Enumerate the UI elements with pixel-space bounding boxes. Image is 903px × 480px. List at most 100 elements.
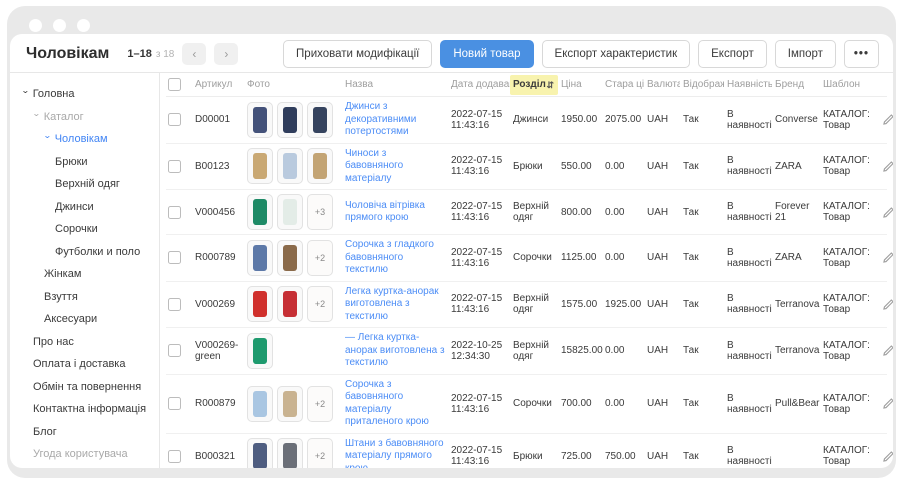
- table-row: D00001Джинси з декоративними потертостям…: [166, 97, 887, 144]
- product-photo[interactable]: [277, 148, 303, 184]
- product-name-link[interactable]: — Легка куртка-анорак виготовлена з текс…: [345, 332, 445, 368]
- column-header-назва[interactable]: Назва: [342, 79, 448, 90]
- column-header-бренд[interactable]: Бренд: [772, 79, 820, 90]
- edit-icon[interactable]: [882, 397, 893, 410]
- product-name-cell: — Легка куртка-анорак виготовлена з текс…: [342, 328, 448, 374]
- product-name-link[interactable]: Джинси з декоративними потертостями: [345, 101, 416, 137]
- photo-thumbnails: [244, 98, 342, 142]
- more-photos-badge[interactable]: +3: [307, 194, 333, 230]
- row-checkbox[interactable]: [168, 450, 181, 463]
- product-name-link[interactable]: Штани з бавовняного матеріалу прямого кр…: [345, 438, 444, 469]
- edit-icon[interactable]: [882, 206, 893, 219]
- next-page-button[interactable]: ›: [214, 43, 238, 65]
- garment-image: [253, 443, 267, 468]
- column-header-ціна[interactable]: Ціна: [558, 79, 602, 90]
- product-photo[interactable]: [247, 240, 273, 276]
- product-photo[interactable]: [277, 438, 303, 468]
- brand-cell: Pull&Bear: [772, 394, 820, 413]
- hide-modifications-button[interactable]: Приховати модифікації: [283, 40, 432, 68]
- sidebar-item-про-нас[interactable]: Про нас: [22, 331, 155, 354]
- product-photo[interactable]: [277, 102, 303, 138]
- column-header-фото[interactable]: Фото: [244, 79, 342, 90]
- product-name-link[interactable]: Сорочка з бавовняного матеріалу притален…: [345, 379, 429, 428]
- product-photo[interactable]: [277, 386, 303, 422]
- sidebar-item-каталог[interactable]: ⌄Каталог: [22, 106, 155, 129]
- row-checkbox[interactable]: [168, 206, 181, 219]
- row-checkbox[interactable]: [168, 113, 181, 126]
- product-photo[interactable]: [247, 386, 273, 422]
- select-all-checkbox[interactable]: [168, 78, 181, 91]
- edit-icon[interactable]: [882, 113, 893, 126]
- sidebar-item-обмін-та-повернення[interactable]: Обмін та повернення: [22, 376, 155, 399]
- product-photo[interactable]: [247, 286, 273, 322]
- currency-cell: UAH: [644, 341, 680, 360]
- more-photos-badge[interactable]: +2: [307, 386, 333, 422]
- sidebar-item-сорочки[interactable]: Сорочки: [22, 218, 155, 241]
- sorted-column-highlight: Розділ⇵: [510, 75, 558, 95]
- product-photo[interactable]: [247, 194, 273, 230]
- sidebar-item-джинси[interactable]: Джинси: [22, 196, 155, 219]
- sidebar-item-взуття[interactable]: Взуття: [22, 286, 155, 309]
- product-name-link[interactable]: Сорочка з гладкого бавовняного текстилю: [345, 239, 434, 275]
- product-photo[interactable]: [247, 438, 273, 468]
- row-checkbox[interactable]: [168, 298, 181, 311]
- sidebar-item-футболки-и-поло[interactable]: Футболки и поло: [22, 241, 155, 264]
- row-checkbox[interactable]: [168, 344, 181, 357]
- export-characteristics-button[interactable]: Експорт характеристик: [542, 40, 691, 68]
- row-actions: [880, 294, 893, 315]
- product-photo[interactable]: [277, 194, 303, 230]
- edit-icon[interactable]: [882, 251, 893, 264]
- product-photo[interactable]: [307, 148, 333, 184]
- column-header-стара-ціна[interactable]: Стара ціна: [602, 79, 644, 90]
- sidebar-item-блог[interactable]: Блог: [22, 421, 155, 444]
- product-name-link[interactable]: Чиноси з бавовняного матеріалу: [345, 148, 403, 184]
- row-checkbox[interactable]: [168, 251, 181, 264]
- edit-icon[interactable]: [882, 160, 893, 173]
- row-checkbox[interactable]: [168, 397, 181, 410]
- sort-icon[interactable]: ⇵: [546, 75, 554, 95]
- new-product-button[interactable]: Новий товар: [440, 40, 533, 68]
- product-photo[interactable]: [247, 333, 273, 369]
- sidebar-item-головна[interactable]: ⌄Головна: [22, 83, 155, 106]
- prev-page-button[interactable]: ‹: [182, 43, 206, 65]
- product-photo[interactable]: [277, 240, 303, 276]
- column-header-артикул[interactable]: Артикул: [192, 79, 244, 90]
- product-photo[interactable]: [247, 102, 273, 138]
- sidebar-item-брюки[interactable]: Брюки: [22, 151, 155, 174]
- edit-icon[interactable]: [882, 298, 893, 311]
- product-name-link[interactable]: Легка куртка-анорак виготовлена з тексти…: [345, 286, 439, 322]
- row-checkbox[interactable]: [168, 160, 181, 173]
- column-header-шаблон[interactable]: Шаблон: [820, 79, 880, 90]
- column-header-валюта[interactable]: Валюта: [644, 79, 680, 90]
- sidebar-item-верхній-одяг[interactable]: Верхній одяг: [22, 173, 155, 196]
- sidebar-item-оплата-і-доставка[interactable]: Оплата і доставка: [22, 353, 155, 376]
- more-button[interactable]: •••: [844, 40, 879, 68]
- column-header-розділ[interactable]: Розділ⇵: [510, 75, 558, 95]
- product-name-cell: Чоловіча вітрівка прямого крою: [342, 196, 448, 229]
- sidebar-item-угода-користувача[interactable]: Угода користувача: [22, 443, 155, 466]
- stock-cell: В наявності: [724, 441, 772, 468]
- sidebar-item-жінкам[interactable]: Жінкам: [22, 263, 155, 286]
- product-photo[interactable]: [277, 286, 303, 322]
- edit-icon[interactable]: [882, 344, 893, 357]
- more-photos-badge[interactable]: +2: [307, 286, 333, 322]
- edit-icon[interactable]: [882, 450, 893, 463]
- product-photo[interactable]: [247, 148, 273, 184]
- sidebar-item-аксесуари[interactable]: Аксесуари: [22, 308, 155, 331]
- template-cell: КАТАЛОГ: Товар: [820, 197, 880, 227]
- more-photos-badge[interactable]: +2: [307, 438, 333, 468]
- sidebar-item-відгуки-про-магазин[interactable]: Відгуки про магазин: [22, 466, 155, 469]
- sidebar-item-чоловікам[interactable]: ⌄Чоловікам: [22, 128, 155, 151]
- product-name-link[interactable]: Чоловіча вітрівка прямого крою: [345, 200, 425, 224]
- product-photo[interactable]: [307, 102, 333, 138]
- export-button[interactable]: Експорт: [698, 40, 767, 68]
- stock-cell: В наявності: [724, 336, 772, 366]
- sidebar-item-контактна-інформація[interactable]: Контактна інформація: [22, 398, 155, 421]
- more-photos-badge[interactable]: +2: [307, 240, 333, 276]
- import-button[interactable]: Імпорт: [775, 40, 836, 68]
- column-header-наявність[interactable]: Наявність: [724, 79, 772, 90]
- sidebar-item-label: Футболки и поло: [55, 241, 140, 264]
- row-actions: [880, 393, 893, 414]
- column-header-відображати[interactable]: Відображати: [680, 79, 724, 90]
- column-header-дата-додавання[interactable]: Дата додавання: [448, 79, 510, 90]
